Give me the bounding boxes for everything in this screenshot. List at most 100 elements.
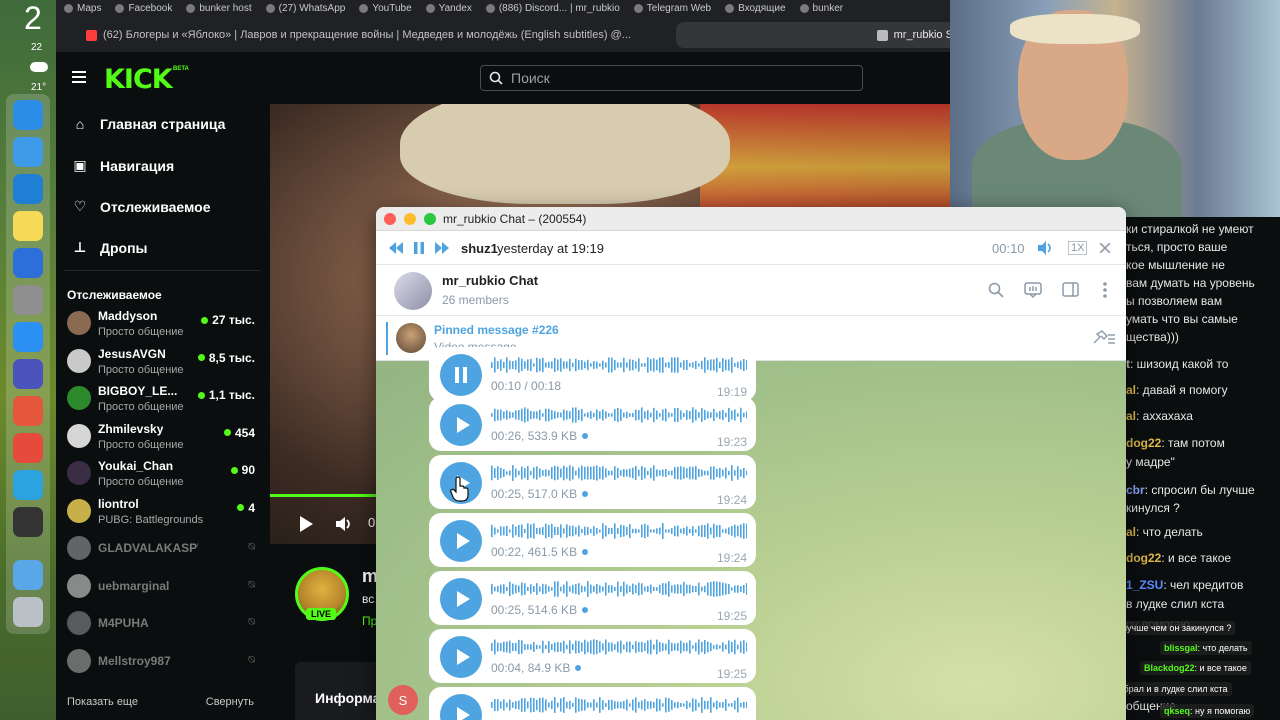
followed-channel[interactable]: BIGBOY_LE... Просто общение 1,1 тыс. <box>67 382 263 416</box>
viewer-count: 90 <box>230 463 255 477</box>
nav-browse[interactable]: ▣ Навигация <box>72 157 174 174</box>
play-icon[interactable] <box>440 520 482 562</box>
waveform[interactable] <box>491 696 747 714</box>
nav-home[interactable]: ⌂ Главная страница <box>72 116 226 132</box>
volume-icon[interactable] <box>335 515 353 533</box>
voice-message[interactable]: 00:04, 84.9 KB 19:25 <box>429 629 756 683</box>
next-track-icon[interactable] <box>435 242 449 254</box>
followed-channel[interactable]: uebmarginal ⍉ <box>67 570 263 604</box>
tab-youtube[interactable]: (62) Блогеры и «Яблоко» | Лавров и прекр… <box>76 22 666 48</box>
zoom-window-button[interactable] <box>424 213 436 225</box>
youtube-app-icon[interactable] <box>13 433 43 463</box>
notes-icon[interactable] <box>13 211 43 241</box>
folder-icon[interactable] <box>13 560 43 590</box>
activity-monitor-icon[interactable] <box>13 507 43 537</box>
voice-message[interactable]: 00:10 / 00:18 19:19 <box>429 347 756 401</box>
chat-username[interactable]: 1_ZSU <box>1126 578 1163 592</box>
close-player-icon[interactable] <box>1100 243 1110 253</box>
followed-channel[interactable]: Maddyson Просто общение 27 тыс. <box>67 307 263 341</box>
nav-label: Навигация <box>100 157 175 174</box>
waveform[interactable] <box>491 406 747 424</box>
playback-speed-button[interactable]: 1X <box>1068 241 1088 255</box>
chat-avatar[interactable] <box>394 272 432 310</box>
office-icon[interactable] <box>13 396 43 426</box>
window-titlebar[interactable]: mr_rubkio Chat – (200554) <box>376 207 1126 231</box>
nav-following[interactable]: ♡ Отслеживаемое <box>72 198 211 215</box>
app-store-icon[interactable] <box>13 322 43 352</box>
bookmark-item[interactable]: Yandex <box>425 3 472 14</box>
bookmark-item[interactable]: (27) WhatsApp <box>265 3 345 14</box>
chat-username[interactable]: dog22 <box>1126 436 1161 450</box>
pause-icon[interactable] <box>414 242 424 254</box>
followed-channel[interactable]: Mellstroy987 ⍉ <box>67 645 263 679</box>
chat-username[interactable]: cbr <box>1126 483 1145 497</box>
show-more-link[interactable]: Показать еще <box>67 696 138 708</box>
tab-info[interactable]: Информа <box>295 662 385 720</box>
voice-message[interactable]: 00:25, 517.0 KB 19:24 <box>429 455 756 509</box>
bookmark-item[interactable]: (886) Discord... | mr_rubkio <box>485 3 620 14</box>
chat-username[interactable]: al <box>1126 409 1136 423</box>
voice-message[interactable]: 00:26, 533.9 KB 19:23 <box>429 397 756 451</box>
play-icon[interactable] <box>298 515 314 533</box>
video-progress-bar[interactable] <box>270 494 376 497</box>
menu-icon[interactable] <box>72 71 86 83</box>
avatar <box>67 536 91 560</box>
followed-channel[interactable]: Zhmilevsky Просто общение 454 <box>67 420 263 454</box>
chat-message: кое мышление не <box>1126 256 1278 274</box>
bookmark-item[interactable]: Telegram Web <box>633 3 711 14</box>
previous-track-icon[interactable] <box>389 242 403 254</box>
search-icon[interactable] <box>988 282 1004 298</box>
bookmark-item[interactable]: Facebook <box>115 3 172 14</box>
bookmark-item[interactable]: Входящие <box>725 3 786 14</box>
waveform[interactable] <box>491 638 747 656</box>
followed-channel[interactable]: M4PUHA ⍉ <box>67 607 263 641</box>
nav-drops[interactable]: ⊥ Дропы <box>72 239 148 256</box>
voice-message[interactable] <box>429 687 756 720</box>
chat-name[interactable]: mr_rubkio Chat <box>442 273 538 288</box>
settings-icon[interactable] <box>13 285 43 315</box>
chat-username[interactable]: dog22 <box>1126 551 1161 565</box>
chat-username[interactable]: al <box>1126 383 1136 397</box>
bookmark-item[interactable]: bunker host <box>186 3 252 14</box>
waveform[interactable] <box>491 356 747 374</box>
pause-icon[interactable] <box>440 354 482 396</box>
followed-channel[interactable]: GLADVALAKASPWNZ ⍉ <box>67 532 263 566</box>
edge-icon[interactable] <box>13 174 43 204</box>
followed-channel[interactable]: Youkai_Chan Просто общение 90 <box>67 457 263 491</box>
volume-icon[interactable] <box>1037 240 1055 256</box>
bookmark-item[interactable]: Maps <box>64 3 101 14</box>
search-input[interactable]: Поиск <box>480 65 863 91</box>
more-icon[interactable] <box>1102 281 1108 299</box>
play-icon[interactable] <box>440 636 482 678</box>
voice-message[interactable]: 00:25, 514.6 KB 19:25 <box>429 571 756 625</box>
bookmark-item[interactable]: bunker <box>799 3 843 14</box>
outlook-icon[interactable] <box>13 248 43 278</box>
followed-channel[interactable]: JesusAVGN Просто общение 8,5 тыс. <box>67 345 263 379</box>
chat-username[interactable]: al <box>1126 525 1136 539</box>
livestream-icon[interactable] <box>1024 281 1042 299</box>
followed-channel[interactable]: liontrol PUBG: Battlegrounds 4 <box>67 495 263 529</box>
telegram-dock-icon[interactable] <box>13 470 43 500</box>
bookmark-item[interactable]: YouTube <box>359 3 412 14</box>
finder-icon[interactable] <box>13 100 43 130</box>
sidebar-toggle-icon[interactable] <box>1062 282 1079 297</box>
close-window-button[interactable] <box>384 213 396 225</box>
waveform[interactable] <box>491 580 747 598</box>
safari-icon[interactable] <box>13 137 43 167</box>
minimize-window-button[interactable] <box>404 213 416 225</box>
play-icon[interactable] <box>440 694 482 720</box>
chat-text: : и все такое <box>1161 551 1232 565</box>
waveform[interactable] <box>491 464 747 482</box>
tab-kick[interactable]: mr_rubkio St <box>676 22 966 48</box>
play-icon[interactable] <box>440 404 482 446</box>
voice-message[interactable]: 00:22, 461.5 KB 19:24 <box>429 513 756 567</box>
waveform[interactable] <box>491 522 747 540</box>
play-icon[interactable] <box>440 578 482 620</box>
macos-dock: 2 22 21° <box>0 0 56 720</box>
trash-icon[interactable] <box>13 597 43 627</box>
collapse-link[interactable]: Свернуть <box>206 696 254 708</box>
pinned-list-icon[interactable] <box>1091 330 1116 346</box>
kick-logo[interactable]: KICK <box>104 64 173 95</box>
sender-avatar[interactable]: S <box>388 685 418 715</box>
teams-icon[interactable] <box>13 359 43 389</box>
